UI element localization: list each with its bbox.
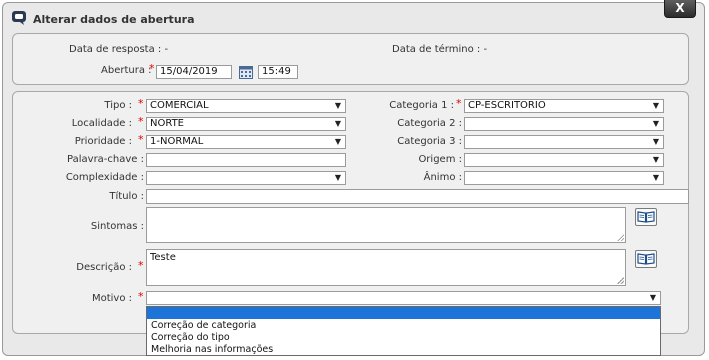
required-mark: * (149, 62, 155, 75)
required-mark: * (138, 115, 144, 128)
required-mark: * (138, 259, 144, 272)
prioridade-select[interactable]: 1-NORMAL (146, 135, 346, 149)
origem-label: Origem : (418, 154, 462, 165)
dialog-title: Alterar dados de abertura (33, 13, 195, 26)
complexidade-label: Complexidade : (65, 172, 144, 183)
categoria3-select[interactable] (464, 135, 664, 149)
categoria1-label: Categoria 1 : (389, 100, 454, 111)
dropdown-item-empty[interactable] (147, 307, 660, 319)
descricao-book-button[interactable] (635, 250, 657, 268)
animo-select[interactable] (464, 171, 664, 185)
complexidade-select[interactable] (146, 171, 346, 185)
dialog-titlebar: Alterar dados de abertura (3, 3, 704, 33)
categoria3-label: Categoria 3 : (397, 136, 462, 147)
dropdown-item[interactable]: Melhoria nas informações (151, 344, 273, 355)
close-button[interactable]: X (664, 0, 696, 18)
categoria2-select[interactable] (464, 117, 664, 131)
required-mark: * (456, 97, 462, 110)
sintomas-book-button[interactable] (635, 208, 657, 226)
titulo-label: Título : (109, 191, 144, 202)
motivo-select[interactable] (146, 291, 661, 305)
resize-grip-icon[interactable] (617, 277, 624, 284)
titulo-input[interactable] (146, 189, 689, 204)
motivo-label: Motivo : (91, 293, 132, 304)
descricao-textarea[interactable]: Teste (146, 249, 626, 286)
abertura-label: Abertura : (101, 65, 152, 76)
required-mark: * (138, 290, 144, 303)
data-termino-value: - (483, 44, 488, 55)
required-mark: * (138, 97, 144, 110)
palavra-chave-input[interactable] (146, 153, 346, 167)
abertura-time-input[interactable]: 15:49 (258, 65, 298, 79)
chat-bubble-icon (12, 11, 26, 25)
prioridade-label: Prioridade : (74, 136, 132, 147)
dropdown-item[interactable]: Correção de categoria (151, 320, 256, 331)
calendar-icon[interactable] (239, 65, 253, 79)
abertura-date-input[interactable]: 15/04/2019 (156, 65, 232, 79)
animo-label: Ânimo : (423, 172, 462, 183)
sintomas-label: Sintomas : (90, 221, 144, 232)
data-resposta-label: Data de resposta : - (69, 44, 169, 55)
book-icon (637, 211, 655, 223)
tipo-label: Tipo : (104, 100, 132, 111)
data-termino-label: Data de término : - (392, 44, 488, 55)
palavra-chave-label: Palavra-chave : (67, 154, 144, 165)
dates-panel (12, 33, 689, 85)
categoria1-select[interactable]: CP-ESCRITÓRIO (464, 99, 664, 113)
book-icon (637, 253, 655, 265)
descricao-label: Descrição : (76, 262, 132, 273)
resize-grip-icon[interactable] (617, 234, 624, 241)
data-resposta-value: - (164, 44, 169, 55)
sintomas-textarea[interactable] (146, 207, 626, 243)
localidade-select[interactable]: NORTE (146, 117, 346, 131)
dropdown-item[interactable]: Correção do tipo (151, 332, 230, 343)
motivo-dropdown-list: Correção de categoria Correção do tipo M… (146, 306, 661, 356)
categoria2-label: Categoria 2 : (397, 118, 462, 129)
localidade-label: Localidade : (71, 118, 132, 129)
required-mark: * (138, 133, 144, 146)
origem-select[interactable] (464, 153, 664, 167)
tipo-select[interactable]: COMERCIAL (146, 99, 346, 113)
